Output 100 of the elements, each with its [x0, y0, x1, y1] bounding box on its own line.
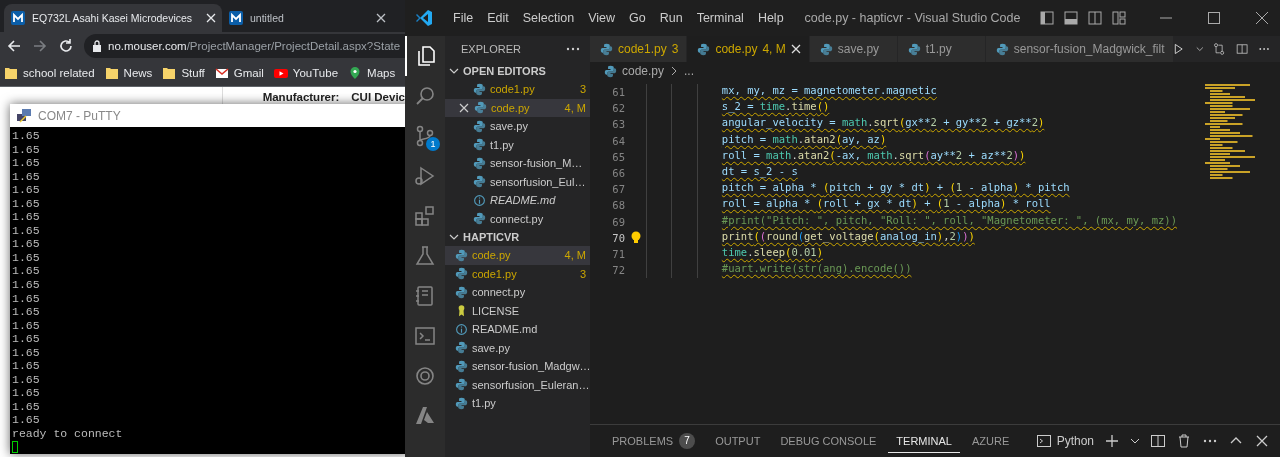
menu-item[interactable]: File [446, 8, 481, 28]
bookmark[interactable]: Gmail [214, 66, 264, 80]
field-label: Manufacturer: [262, 91, 340, 103]
editor-tab[interactable]: code.py 4, M [687, 36, 810, 62]
terminal-line: 1.65 [12, 264, 41, 278]
compare-icon[interactable] [1213, 41, 1226, 57]
line-number: 72 [611, 264, 625, 277]
bookmark[interactable]: Maps [348, 66, 396, 80]
trash-icon[interactable] [1176, 433, 1192, 449]
split-terminal-icon[interactable] [1150, 433, 1166, 449]
panel-tab[interactable]: TERMINAL [888, 429, 960, 453]
tree-item[interactable]: save.py [445, 117, 590, 136]
menu-item[interactable]: View [581, 8, 622, 28]
back-icon[interactable] [6, 38, 22, 54]
tree-item[interactable]: sensor-fusion_Madgw… [445, 357, 590, 376]
terminal-icon [1035, 433, 1052, 449]
tree-item[interactable]: LICENSE [445, 301, 590, 320]
terminal-line: 1.65 [12, 129, 41, 143]
code-line: pitch = math.atan2(ay, az) [721, 132, 887, 147]
tree-item[interactable]: connect.py [445, 209, 590, 228]
sidebar-layout-icon[interactable] [1040, 11, 1054, 25]
bookmark[interactable]: News [104, 66, 153, 80]
play-icon [273, 66, 288, 80]
editor-tab[interactable]: code1.py 3 [590, 36, 688, 62]
run-icon[interactable] [1173, 41, 1186, 57]
python-icon [455, 396, 468, 410]
code-line: print((round(get_voltage(analog_in),2))) [721, 229, 975, 245]
breadcrumb-item[interactable]: ... [684, 64, 695, 78]
add-icon[interactable] [1104, 433, 1120, 449]
bookmark[interactable]: school related [4, 66, 95, 80]
tree-item[interactable]: sensorfusion_Euleran… [445, 375, 590, 394]
code-line: time.sleep(0.01) [721, 245, 824, 260]
tree-item[interactable]: code1.py 3 [445, 80, 590, 99]
chevron-icon [449, 232, 459, 242]
browser-tab[interactable]: untitled [222, 4, 392, 32]
split-editor-icon[interactable] [1235, 41, 1248, 57]
panel-tab[interactable]: OUTPUT [707, 429, 769, 453]
tree-item[interactable]: code.py 4, M [445, 98, 590, 117]
app-logo-icon [415, 9, 433, 27]
menu-item[interactable]: Help [750, 8, 791, 28]
breadcrumb-item[interactable]: code.py [622, 64, 665, 78]
terminal-line: 1.65 [12, 183, 41, 197]
lightbulb-icon[interactable] [629, 230, 642, 245]
grid-layout-icon[interactable] [1112, 11, 1126, 25]
close-icon[interactable] [376, 13, 386, 23]
tree-item[interactable]: sensor-fusion_M… [445, 154, 590, 173]
forward-icon[interactable] [32, 38, 48, 54]
code-line: roll = math.atan2(-ax, math.sqrt(ay**2 + az**2)) [721, 148, 1026, 163]
terminal-selector[interactable]: Python [1035, 433, 1094, 449]
python-icon [455, 378, 468, 392]
browser-tab[interactable]: EQ732L Asahi Kasei Microdevices [4, 4, 222, 32]
panel-tab[interactable]: DEBUG CONSOLE [772, 429, 885, 453]
close-icon[interactable] [459, 102, 469, 113]
editor-tab[interactable]: save.py [809, 36, 898, 62]
tree-item[interactable]: code1.py 3 [445, 264, 590, 283]
panel-tab[interactable]: AZURE [963, 429, 1018, 453]
menu-item[interactable]: Edit [480, 8, 516, 28]
tree-item[interactable]: connect.py [445, 283, 590, 302]
info-icon [473, 193, 486, 207]
menu-item[interactable]: Selection [515, 8, 582, 28]
code-line: roll = alpha * (roll + gx * dt) + (1 - alpha) * roll [721, 197, 1051, 212]
line-number: 71 [611, 247, 625, 260]
editor-tab[interactable]: sensor-fusion_Madgwick_filt [985, 36, 1174, 62]
line-number: 61 [611, 86, 625, 99]
terminal-line: 1.65 [12, 305, 41, 319]
menu-item[interactable]: Go [622, 8, 653, 28]
tree-item[interactable]: README.md [445, 320, 590, 339]
folder-icon [104, 66, 119, 80]
chevron-icon [449, 66, 459, 76]
tree-item[interactable]: t1.py [445, 394, 590, 413]
site-logo-icon [228, 10, 244, 26]
panel-tab[interactable]: PROBLEMS 7 [604, 427, 704, 455]
code-line: mx, my, mz = magnetometer.magnetic [721, 84, 937, 99]
section-header[interactable]: HAPTICVR [445, 228, 590, 246]
tree-item[interactable]: sensorfusion_Eul… [445, 172, 590, 191]
editor-tab[interactable]: t1.py [897, 36, 986, 62]
menu-item[interactable]: Run [652, 8, 690, 28]
code-line: s_2 = time.time() [721, 100, 830, 115]
close-icon[interactable] [1254, 433, 1270, 449]
bookmark[interactable]: Stuff [162, 66, 205, 80]
line-number: 70 [611, 231, 625, 244]
tree-item[interactable]: code.py 4, M [445, 246, 590, 265]
python-icon [473, 82, 486, 96]
tree-item[interactable]: save.py [445, 338, 590, 357]
maximize-icon[interactable] [1206, 10, 1222, 26]
panel-layout-icon[interactable] [1064, 11, 1078, 25]
bookmark[interactable]: YouTube [273, 66, 339, 80]
close-icon[interactable] [1254, 10, 1270, 26]
section-header[interactable]: OPEN EDITORS [445, 62, 590, 80]
address-bar[interactable]: no.mouser.com/ProjectManager/ProjectDetail.aspx?State [84, 34, 405, 58]
info-icon [455, 322, 468, 336]
python-icon [473, 156, 486, 170]
split-layout-icon[interactable] [1088, 11, 1102, 25]
reload-icon[interactable] [58, 38, 74, 54]
menu-item[interactable]: Terminal [689, 8, 751, 28]
line-number: 67 [611, 183, 625, 196]
terminal-line: ready to connect [12, 427, 124, 441]
tree-item[interactable]: README.md [445, 191, 590, 210]
tree-item[interactable]: t1.py [445, 135, 590, 154]
more-icon[interactable] [566, 47, 580, 51]
